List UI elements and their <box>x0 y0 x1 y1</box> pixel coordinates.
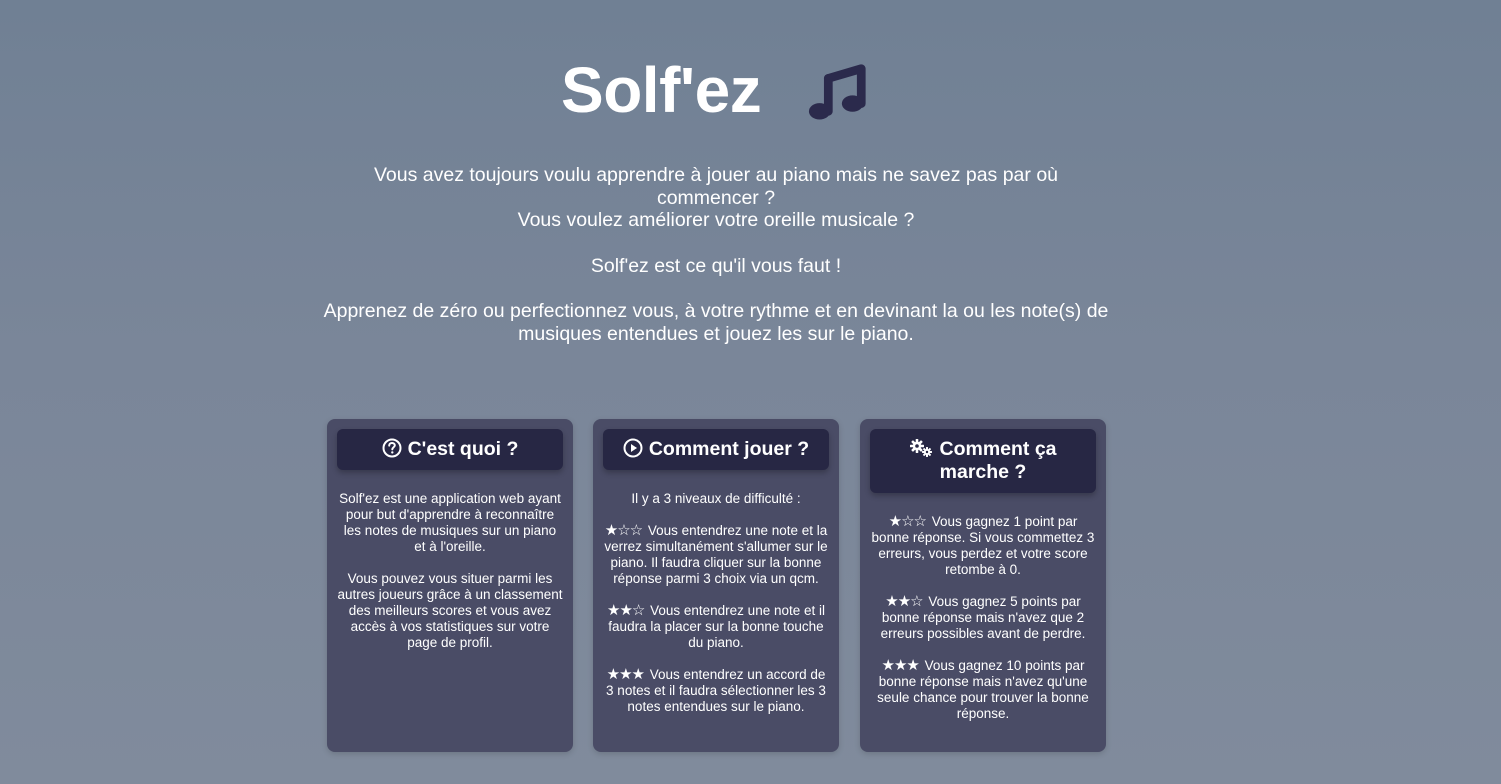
intro-line-4: Apprenez de zéro ou perfectionnez vous, … <box>323 300 1109 345</box>
two-star-rating-icon: ★★☆ <box>885 593 923 610</box>
card-how-play: Comment jouer ? Il y a 3 niveaux de diff… <box>593 419 839 752</box>
question-circle-icon <box>382 438 402 458</box>
card-what-body: Solf'ez est une application web ayant po… <box>327 491 573 651</box>
card-how-play-level-2: ★★☆ Vous entendrez une note et il faudra… <box>603 603 829 651</box>
card-what-paragraph-1: Solf'ez est une application web ayant po… <box>339 491 561 554</box>
intro-line-1: Vous avez toujours voulu apprendre à jou… <box>373 164 1059 209</box>
card-how-works-body: ★☆☆ Vous gagnez 1 point par bonne répons… <box>860 514 1106 722</box>
card-what-title: C'est quoi ? <box>407 438 519 460</box>
three-star-rating-icon: ★★★ <box>881 657 920 674</box>
music-note-icon <box>809 64 866 120</box>
card-how-works-level-3: ★★★ Vous gagnez 10 points par bonne répo… <box>870 658 1096 722</box>
hero-title: Solf'ez <box>561 50 869 130</box>
gears-icon <box>910 439 933 457</box>
card-what-paragraph-2: Vous pouvez vous situer parmi les autres… <box>337 571 563 650</box>
three-star-rating-icon: ★★★ <box>606 666 645 683</box>
card-how-works-level-2: ★★☆ Vous gagnez 5 points par bonne répon… <box>870 594 1096 642</box>
card-how-play-body: Il y a 3 niveaux de difficulté : ★☆☆ Vou… <box>593 491 839 715</box>
card-how-play-title: Comment jouer ? <box>648 438 810 460</box>
page-title: Solf'ez <box>561 54 762 126</box>
one-star-rating-icon: ★☆☆ <box>888 513 927 530</box>
play-circle-icon <box>623 438 643 458</box>
card-how-works-header: Comment ça marche ? <box>870 429 1096 493</box>
intro-line-2: Vous voulez améliorer votre oreille musi… <box>517 209 915 231</box>
intro-text: Vous avez toujours voulu apprendre à jou… <box>316 164 1116 345</box>
card-how-works-level-1: ★☆☆ Vous gagnez 1 point par bonne répons… <box>870 514 1096 578</box>
card-what-header: C'est quoi ? <box>337 429 563 470</box>
card-how-works-title: Comment ça marche ? <box>939 438 1057 483</box>
one-star-rating-icon: ★☆☆ <box>604 522 643 539</box>
card-how-play-intro: Il y a 3 niveaux de difficulté : <box>631 491 801 506</box>
card-how-play-level-3: ★★★ Vous entendrez un accord de 3 notes … <box>603 667 829 715</box>
card-how-play-header: Comment jouer ? <box>603 429 829 470</box>
card-how-works: Comment ça marche ? ★☆☆ Vous gagnez 1 po… <box>860 419 1106 752</box>
card-how-play-level-1: ★☆☆ Vous entendrez une note et la verrez… <box>603 523 829 587</box>
two-star-rating-icon: ★★☆ <box>607 602 645 619</box>
intro-line-3: Solf'ez est ce qu'il vous faut ! <box>590 254 842 277</box>
card-what: C'est quoi ? Solf'ez est une application… <box>327 419 573 752</box>
